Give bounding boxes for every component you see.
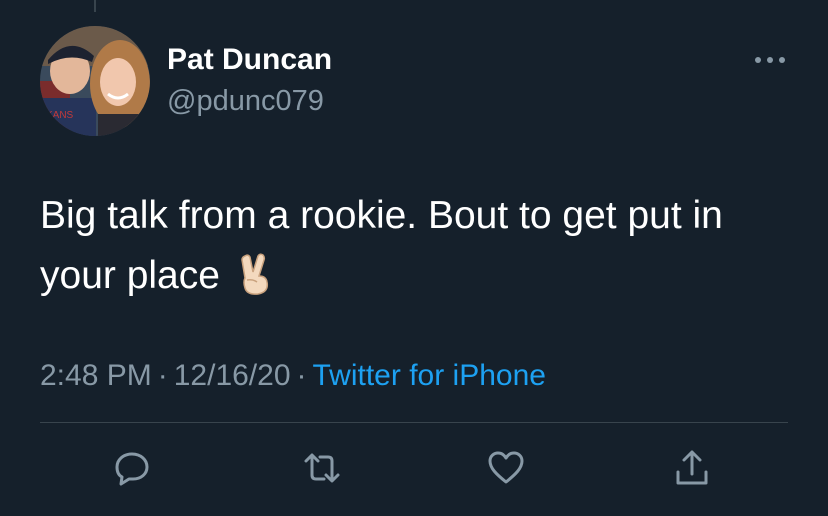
tweet-text: Big talk from a rookie. Bout to get put … <box>40 186 800 314</box>
thread-connector-line <box>94 0 96 12</box>
svg-text:KANS: KANS <box>46 110 74 121</box>
more-icon <box>755 57 785 63</box>
tweet-time: 2:48 PM <box>40 359 152 392</box>
reply-button[interactable] <box>112 448 152 488</box>
reply-icon <box>115 452 149 486</box>
tweet-metadata: 2:48 PM · 12/16/20 · Twitter for iPhone <box>40 356 546 396</box>
avatar[interactable]: KANS <box>40 26 150 136</box>
victory-hand-emoji <box>235 252 275 314</box>
retweet-button[interactable] <box>302 448 342 488</box>
tweet-text-content: Big talk from a rookie. Bout to get put … <box>40 194 723 297</box>
separator: · <box>296 359 307 392</box>
author-name[interactable]: Pat Duncan <box>167 42 332 78</box>
more-options-button[interactable] <box>750 48 790 72</box>
tweet-date: 12/16/20 <box>173 359 291 392</box>
like-icon <box>488 451 524 484</box>
divider <box>40 422 788 423</box>
retweet-icon <box>304 453 340 483</box>
avatar-photo: KANS <box>40 26 150 136</box>
author-handle[interactable]: @pdunc079 <box>167 84 324 118</box>
tweet-source-link[interactable]: Twitter for iPhone <box>313 359 546 392</box>
separator: · <box>157 359 168 392</box>
share-icon <box>676 450 708 485</box>
like-button[interactable] <box>486 448 526 488</box>
share-button[interactable] <box>672 448 712 488</box>
